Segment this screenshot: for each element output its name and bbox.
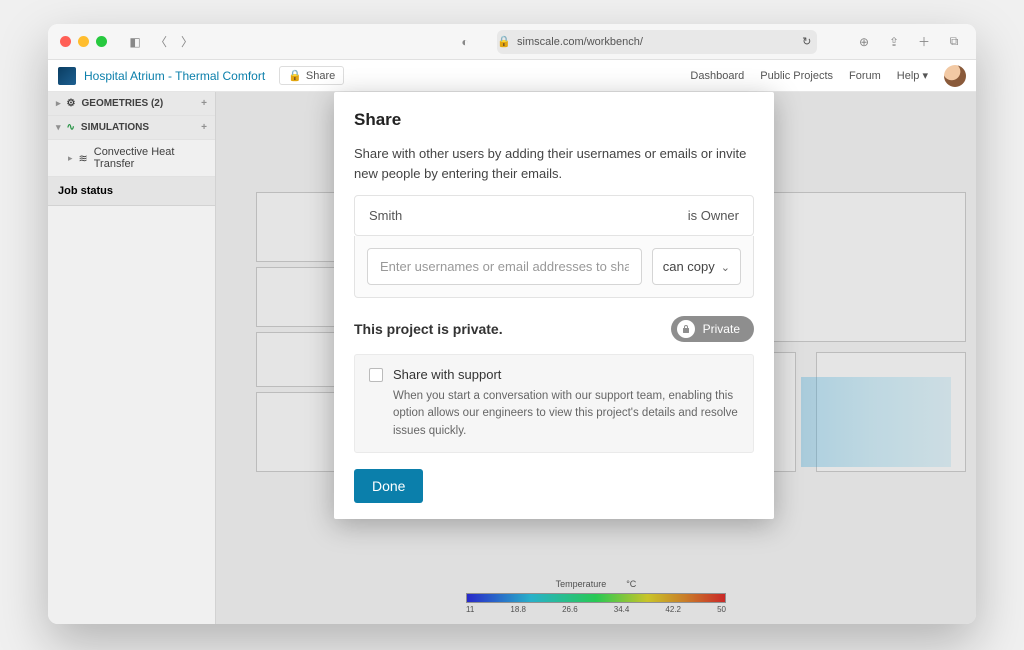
- heat-icon: ≋: [79, 152, 88, 165]
- modal-title: Share: [354, 110, 754, 130]
- maximize-window-button[interactable]: [96, 36, 107, 47]
- reload-icon[interactable]: ↻: [802, 35, 811, 48]
- legend-tick: 26.6: [562, 605, 578, 614]
- share-button-label: Share: [306, 70, 335, 82]
- chevron-down-icon: [721, 259, 730, 274]
- chevron-down-icon: ▾: [56, 122, 61, 133]
- privacy-toggle-label: Private: [703, 322, 740, 336]
- legend-ticks: 11 18.8 26.6 34.4 42.2 50: [466, 605, 726, 614]
- job-status-header[interactable]: Job status: [48, 177, 215, 206]
- titlebar: ◧ 〈 〉 ◐ 🔒 simscale.com/workbench/ ↻ ⊕ ⇪ …: [48, 24, 976, 60]
- close-window-button[interactable]: [60, 36, 71, 47]
- share-modal: Share Share with other users by adding t…: [334, 92, 774, 519]
- tree-label: SIMULATIONS: [81, 122, 149, 133]
- nav-back-icon[interactable]: 〈: [151, 32, 171, 52]
- tree-geometries[interactable]: ▸ ⚙ GEOMETRIES (2) +: [48, 92, 215, 116]
- app-logo[interactable]: [58, 67, 76, 85]
- nav-forum[interactable]: Forum: [849, 70, 881, 82]
- tree-label: GEOMETRIES (2): [82, 98, 164, 109]
- add-icon[interactable]: +: [201, 98, 207, 109]
- nav-forward-icon[interactable]: 〉: [177, 32, 197, 52]
- user-avatar[interactable]: [944, 65, 966, 87]
- legend-tick: 11: [466, 605, 474, 614]
- simulations-icon: ∿: [67, 122, 75, 133]
- tree-simulations[interactable]: ▾ ∿ SIMULATIONS +: [48, 116, 215, 140]
- app-header: Hospital Atrium - Thermal Comfort 🔒 Shar…: [48, 60, 976, 92]
- legend-tick: 34.4: [614, 605, 630, 614]
- add-icon[interactable]: +: [201, 122, 207, 133]
- download-icon[interactable]: ⊕: [854, 32, 874, 52]
- project-title[interactable]: Hospital Atrium - Thermal Comfort: [84, 69, 265, 83]
- legend-gradient: [466, 593, 726, 603]
- support-label: Share with support: [393, 367, 501, 382]
- privacy-toggle[interactable]: Private: [671, 316, 754, 342]
- support-checkbox[interactable]: [369, 368, 383, 382]
- nav-public-projects[interactable]: Public Projects: [760, 70, 833, 82]
- nav-dashboard[interactable]: Dashboard: [690, 70, 744, 82]
- owner-role: is Owner: [688, 208, 739, 223]
- legend-unit: °C: [626, 579, 636, 589]
- modal-description: Share with other users by adding their u…: [354, 144, 754, 183]
- geometries-icon: ⚙: [67, 98, 76, 109]
- shield-icon[interactable]: ◐: [455, 32, 475, 52]
- left-sidebar: ▸ ⚙ GEOMETRIES (2) + ▾ ∿ SIMULATIONS + ▸…: [48, 92, 216, 624]
- chevron-right-icon: ▸: [56, 98, 61, 109]
- owner-name: Smith: [369, 208, 402, 223]
- lock-icon: 🔒: [497, 35, 511, 48]
- chevron-right-icon: ▸: [68, 153, 73, 164]
- lock-icon: 🔒: [288, 69, 302, 82]
- legend-tick: 18.8: [510, 605, 526, 614]
- share-input[interactable]: [367, 248, 642, 285]
- privacy-row: This project is private. Private: [354, 316, 754, 342]
- minimize-window-button[interactable]: [78, 36, 89, 47]
- share-input-row: can copy: [354, 236, 754, 298]
- tree-sim-item[interactable]: ▸ ≋ Convective Heat Transfer: [48, 140, 215, 177]
- tree-label: Convective Heat Transfer: [94, 146, 207, 170]
- privacy-text: This project is private.: [354, 321, 503, 337]
- window-controls: [60, 36, 107, 47]
- permission-label: can copy: [663, 259, 715, 274]
- owner-row: Smith is Owner: [354, 195, 754, 236]
- nav-help[interactable]: Help ▾: [897, 69, 928, 82]
- url-bar[interactable]: 🔒 simscale.com/workbench/ ↻: [497, 30, 817, 54]
- share-icon[interactable]: ⇪: [884, 32, 904, 52]
- legend-tick: 42.2: [665, 605, 681, 614]
- browser-window: ◧ 〈 〉 ◐ 🔒 simscale.com/workbench/ ↻ ⊕ ⇪ …: [48, 24, 976, 624]
- color-legend: Temperature °C 11 18.8 26.6 34.4 42.2 50: [466, 579, 726, 614]
- top-nav: Dashboard Public Projects Forum Help ▾: [690, 65, 966, 87]
- permission-select[interactable]: can copy: [652, 248, 741, 285]
- done-button[interactable]: Done: [354, 469, 423, 503]
- lock-icon: [677, 320, 695, 338]
- legend-tick: 50: [717, 605, 726, 614]
- share-button[interactable]: 🔒 Share: [279, 66, 344, 85]
- new-tab-icon[interactable]: ＋: [914, 32, 934, 52]
- share-with-support-box: Share with support When you start a conv…: [354, 354, 754, 453]
- tabs-icon[interactable]: ⧉: [944, 32, 964, 52]
- support-description: When you start a conversation with our s…: [369, 388, 739, 440]
- legend-title: Temperature: [556, 579, 607, 589]
- url-text: simscale.com/workbench/: [517, 36, 643, 48]
- sidebar-toggle-icon[interactable]: ◧: [125, 32, 145, 52]
